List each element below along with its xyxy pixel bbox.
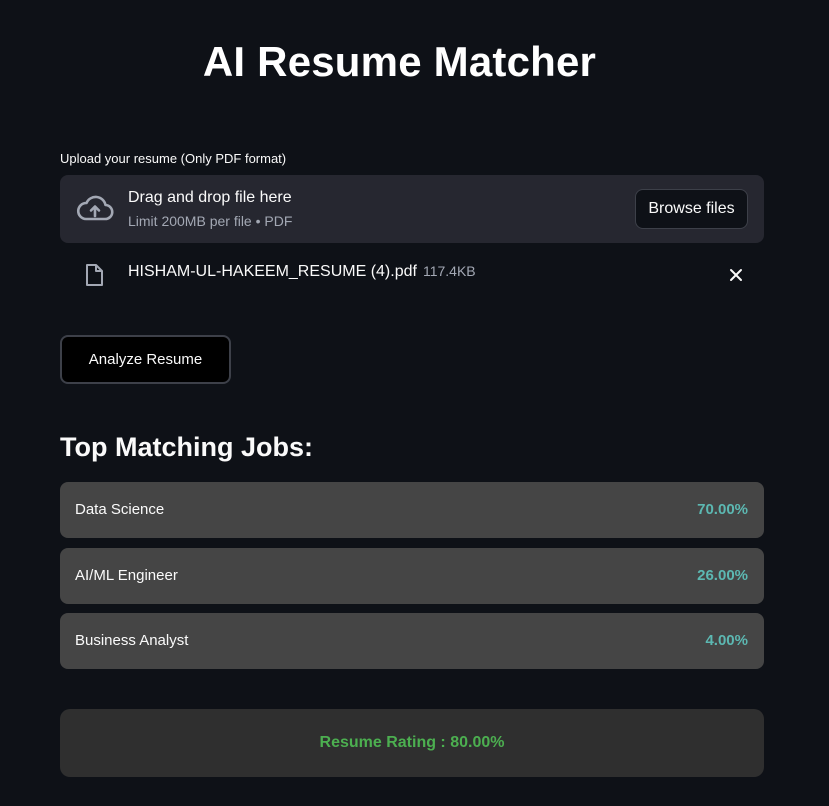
job-match-percent: 70.00% [697, 501, 748, 518]
job-match-card: AI/ML Engineer 26.00% [60, 548, 764, 604]
job-match-percent: 4.00% [705, 632, 748, 649]
uploaded-file-name-wrapper: HISHAM-UL-HAKEEM_RESUME (4).pdf 117.4KB [128, 263, 476, 281]
uploaded-file-name: HISHAM-UL-HAKEEM_RESUME (4).pdf [128, 263, 417, 280]
resume-rating-text: Resume Rating : 80.00% [319, 734, 505, 751]
browse-files-button[interactable]: Browse files [635, 189, 748, 229]
uploaded-file-row: HISHAM-UL-HAKEEM_RESUME (4).pdf 117.4KB [60, 257, 764, 293]
page-title: AI Resume Matcher [202, 38, 597, 85]
upload-label: Upload your resume (Only PDF format) [60, 151, 287, 166]
dropzone-limit-text: Limit 200MB per file • PDF [128, 213, 293, 229]
dropzone-title: Drag and drop file here [128, 189, 292, 206]
file-dropzone[interactable]: Drag and drop file here Limit 200MB per … [60, 175, 764, 243]
close-icon[interactable] [726, 265, 746, 285]
section-title-matching-jobs: Top Matching Jobs: [60, 432, 313, 462]
uploaded-file-size: 117.4KB [422, 263, 476, 279]
file-icon [84, 263, 104, 287]
resume-rating-box: Resume Rating : 80.00% [60, 709, 764, 777]
job-match-percent: 26.00% [697, 567, 748, 584]
analyze-resume-button[interactable]: Analyze Resume [60, 335, 231, 384]
cloud-upload-icon [76, 193, 114, 225]
job-name: Business Analyst [75, 632, 189, 649]
job-name: AI/ML Engineer [75, 567, 178, 584]
job-name: Data Science [75, 501, 165, 518]
job-match-card: Data Science 70.00% [60, 482, 764, 538]
job-match-card: Business Analyst 4.00% [60, 613, 764, 669]
